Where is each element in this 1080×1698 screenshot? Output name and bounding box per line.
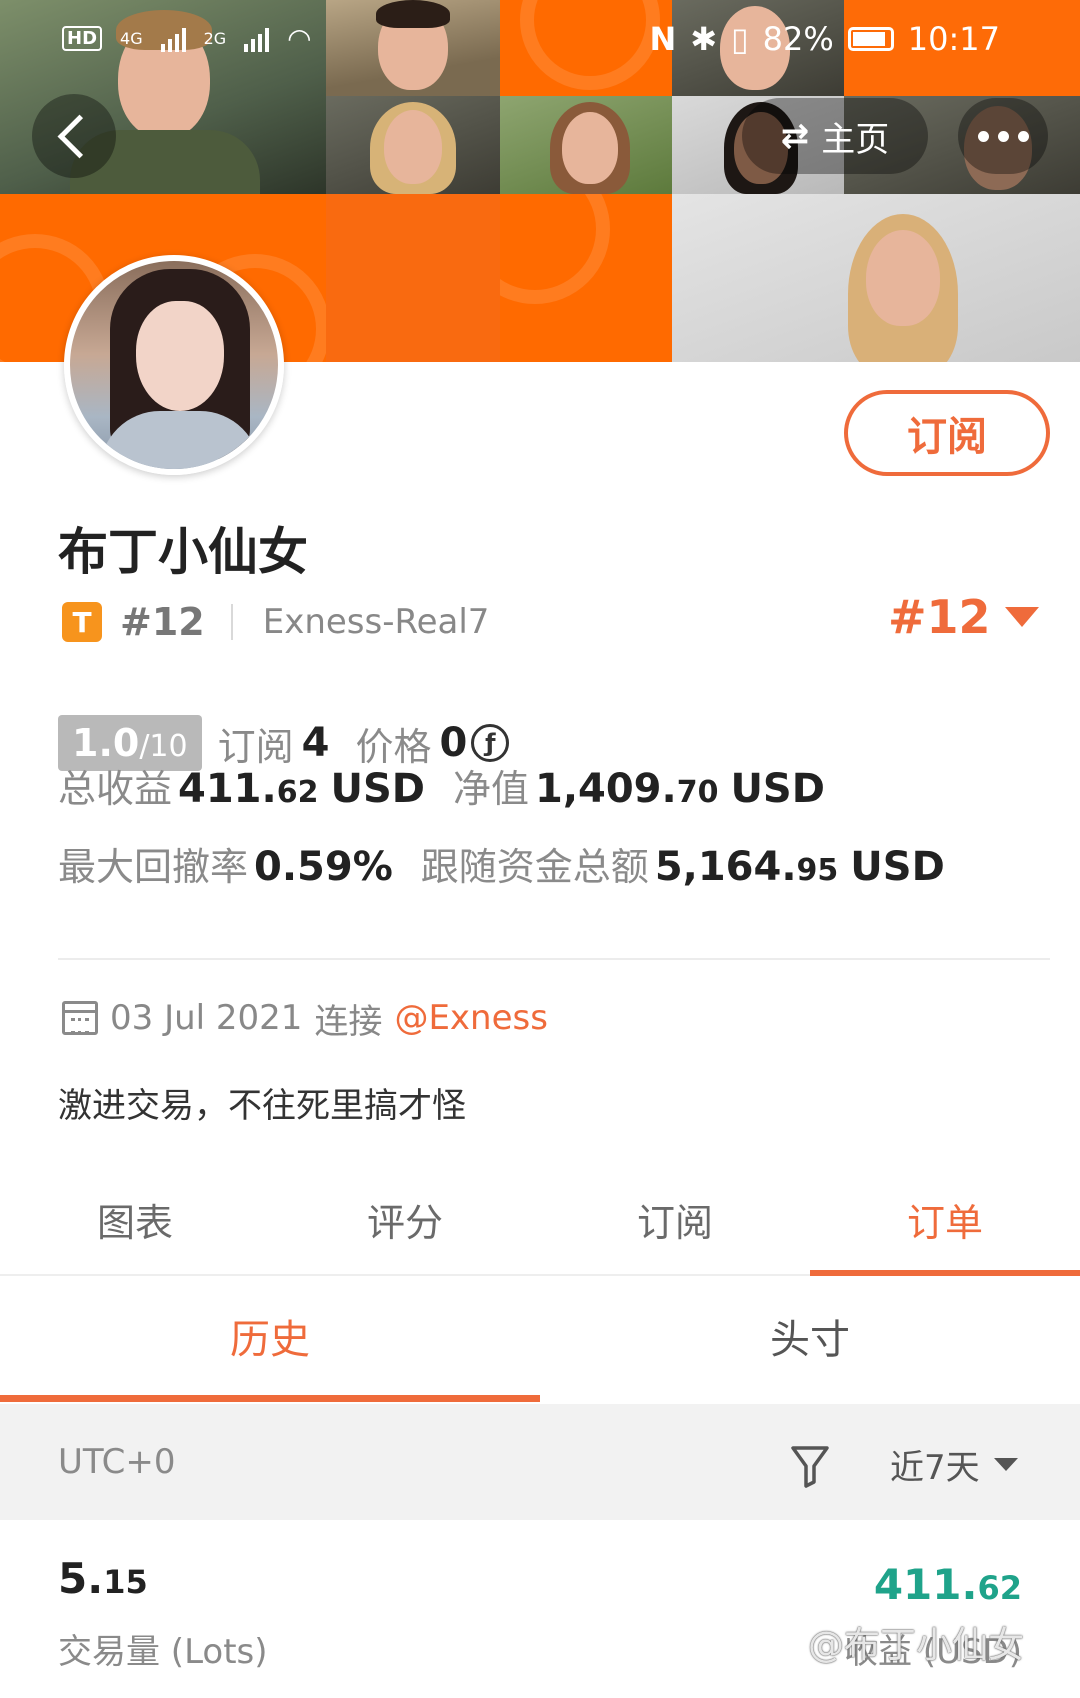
history-summary: 5.15 交易量 (Lots) 411.62 收益 (USD) @布丁小仙女 xyxy=(0,1524,1080,1698)
nfc-icon: N xyxy=(649,20,677,58)
cover-photo-8 xyxy=(672,194,1080,362)
follow-funds-label: 跟随资金总额 xyxy=(420,845,649,889)
more-dot-icon xyxy=(997,130,1009,142)
clock: 10:17 xyxy=(907,20,1000,58)
total-profit-int: 411. xyxy=(178,766,277,812)
hd-indicator: HD xyxy=(62,26,103,51)
calendar-icon xyxy=(62,1001,98,1035)
lots-dec: 15 xyxy=(103,1563,148,1601)
subtab-history[interactable]: 历史 xyxy=(0,1290,540,1402)
period-dropdown[interactable]: 近7天 xyxy=(890,1440,1018,1489)
battery-percent: 82% xyxy=(762,20,834,58)
follow-funds-int: 5,164. xyxy=(654,844,797,890)
lots-label: 交易量 (Lots) xyxy=(58,1632,268,1672)
caret-down-icon xyxy=(993,1458,1018,1471)
trader-badge: T xyxy=(62,602,102,642)
total-profit-dec: 62 xyxy=(276,775,319,810)
tab-orders[interactable]: 订单 xyxy=(810,1180,1080,1276)
signal-icon xyxy=(244,26,270,52)
stats-row-2: 总收益 411. 62 USD 净值 1,409. 70 USD xyxy=(58,758,825,814)
period-label: 近7天 xyxy=(890,1448,980,1488)
trader-rank: #12 xyxy=(120,600,205,644)
join-date: 03 Jul 2021 xyxy=(110,998,303,1038)
filter-icon[interactable] xyxy=(790,1444,830,1488)
rank-dropdown[interactable]: #12 xyxy=(888,590,1039,644)
profit-dec: 62 xyxy=(977,1569,1022,1607)
wifi-icon: ◠ xyxy=(287,22,312,55)
equity-label: 净值 xyxy=(452,767,529,811)
trader-server: Exness-Real7 xyxy=(262,602,490,642)
drawdown-value: 0.59% xyxy=(254,844,393,890)
vibrate-icon: ▯ xyxy=(731,20,749,58)
more-button[interactable] xyxy=(958,98,1048,174)
cover-tile-orange xyxy=(326,194,500,362)
caret-down-icon xyxy=(1004,607,1039,627)
back-button[interactable] xyxy=(32,94,116,178)
order-subtabs: 历史 头寸 xyxy=(0,1290,1080,1402)
coin-icon: ƒ xyxy=(471,724,510,762)
subscribe-button[interactable]: 订阅 xyxy=(844,390,1050,476)
cover-photo-5 xyxy=(500,96,672,194)
lots-value: 5.15 xyxy=(58,1554,148,1603)
home-label: 主页 xyxy=(821,119,890,160)
follow-funds-unit: USD xyxy=(850,844,945,890)
more-dot-icon xyxy=(977,130,989,142)
network-4g-label: 4G xyxy=(120,29,143,48)
home-button[interactable]: ⇄ 主页 xyxy=(742,98,928,174)
stats-row-3: 最大回撤率 0.59% 跟随资金总额 5,164. 95 USD xyxy=(58,836,945,892)
join-info: 03 Jul 2021 连接 @Exness xyxy=(62,994,548,1042)
avatar[interactable] xyxy=(64,255,284,475)
broker-link[interactable]: @Exness xyxy=(394,998,548,1038)
more-dot-icon xyxy=(1017,130,1029,142)
join-text: 连接 xyxy=(314,1001,383,1042)
profile-tabs: 图表 评分 订阅 订单 xyxy=(0,1180,1080,1276)
lots-int: 5. xyxy=(58,1554,104,1603)
trader-name: 布丁小仙女 xyxy=(58,523,308,581)
total-profit-label: 总收益 xyxy=(58,767,173,811)
signal-icon xyxy=(160,26,186,52)
rank-dropdown-label: #12 xyxy=(888,590,991,644)
battery-icon xyxy=(847,27,894,51)
trader-meta: T #12 Exness-Real7 xyxy=(62,598,489,646)
filter-bar: UTC+0 近7天 xyxy=(0,1404,1080,1520)
subtab-positions[interactable]: 头寸 xyxy=(540,1290,1080,1402)
profit-int: 411. xyxy=(873,1560,978,1609)
tab-chart[interactable]: 图表 xyxy=(0,1180,270,1274)
status-bar: HD 4G 2G ◠ N ✱ ▯ 82% 10:17 xyxy=(0,0,1080,80)
tab-rating[interactable]: 评分 xyxy=(270,1180,540,1274)
network-2g-label: 2G xyxy=(203,29,227,48)
profit-value: 411.62 xyxy=(874,1560,1022,1609)
tab-subscriptions[interactable]: 订阅 xyxy=(540,1180,810,1274)
equity-int: 1,409. xyxy=(534,766,677,812)
follow-funds-dec: 95 xyxy=(796,853,839,888)
watermark: @布丁小仙女 xyxy=(808,1625,1025,1666)
bluetooth-icon: ✱ xyxy=(690,20,718,58)
cover-tile-orange xyxy=(500,194,672,362)
divider xyxy=(230,604,233,640)
trader-bio: 激进交易，不往死里搞才怪 xyxy=(58,1086,466,1126)
equity-unit: USD xyxy=(730,766,825,812)
cover-photo-4 xyxy=(326,96,500,194)
drawdown-label: 最大回撤率 xyxy=(58,845,249,889)
timezone-label: UTC+0 xyxy=(58,1442,176,1482)
total-profit-unit: USD xyxy=(330,766,425,812)
divider xyxy=(58,958,1050,960)
swap-icon: ⇄ xyxy=(780,116,810,156)
equity-dec: 70 xyxy=(676,775,719,810)
